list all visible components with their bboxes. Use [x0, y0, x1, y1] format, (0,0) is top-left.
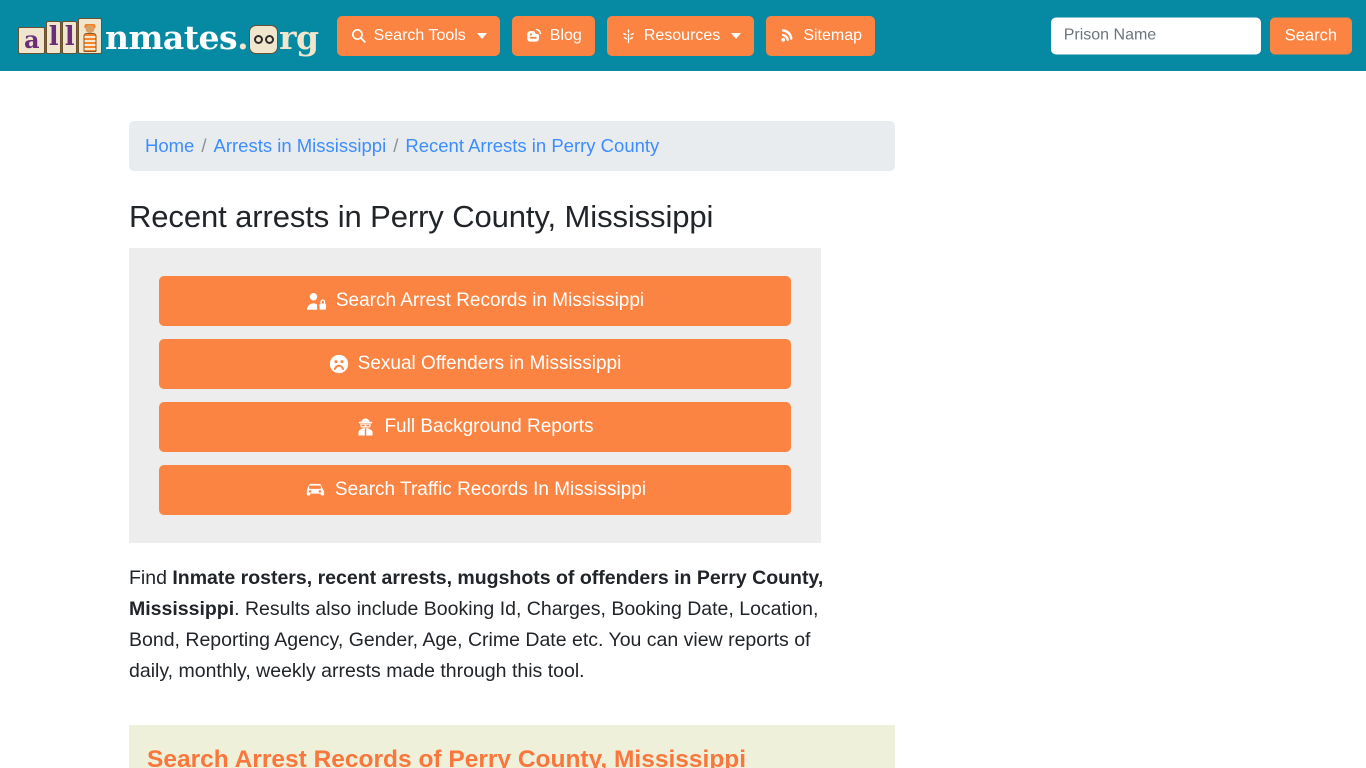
- site-logo[interactable]: a l l nmates . rg: [14, 12, 319, 60]
- car-icon: [304, 481, 326, 499]
- search-arrest-records-label: Search Arrest Records in Mississippi: [335, 290, 645, 311]
- nav-resources[interactable]: Resources: [606, 15, 755, 56]
- search-button[interactable]: Search: [1269, 17, 1352, 54]
- nav-search-tools[interactable]: Search Tools: [336, 15, 500, 56]
- logo-text-rg: rg: [279, 17, 319, 57]
- section-heading: Search Arrest Records of Perry County, M…: [147, 746, 747, 768]
- nav-resources-label: Resources: [643, 26, 721, 44]
- header-search: Search: [1050, 17, 1352, 54]
- blogger-icon: [525, 27, 543, 45]
- search-records-section: Search Arrest Records of Perry County, M…: [129, 725, 895, 768]
- chevron-down-icon: [731, 32, 742, 39]
- search-traffic-records-button[interactable]: Search Traffic Records In Mississippi: [159, 465, 791, 515]
- intro-prefix: Find: [129, 567, 173, 589]
- search-traffic-records-label: Search Traffic Records In Mississippi: [334, 479, 647, 500]
- content-container: Home / Arrests in Mississippi / Recent A…: [129, 71, 895, 768]
- action-button-panel: Search Arrest Records in Mississippi Sex…: [129, 248, 821, 543]
- user-secret-icon: [356, 417, 375, 437]
- user-lock-icon: [306, 292, 327, 311]
- nav-sitemap[interactable]: Sitemap: [766, 15, 876, 56]
- inmate-head: [85, 24, 95, 33]
- logo-letter-l1: l: [46, 20, 61, 54]
- owl-eye-right: [264, 34, 274, 44]
- page-title: Recent arrests in Perry County, Mississi…: [129, 199, 714, 234]
- rss-icon: [779, 27, 796, 44]
- breadcrumb-item-arrests-mississippi[interactable]: Arrests in Mississippi: [214, 135, 387, 157]
- sexual-offenders-label: Sexual Offenders in Mississippi: [357, 353, 622, 374]
- inmate-figure-icon: [78, 17, 102, 54]
- owl-eyes-group: [253, 34, 274, 44]
- owl-eyes-icon: [249, 24, 279, 54]
- search-arrest-records-button[interactable]: Search Arrest Records in Mississippi: [159, 276, 791, 326]
- leaf-icon: [620, 27, 637, 45]
- breadcrumb-item-home[interactable]: Home: [145, 135, 194, 157]
- logo-letter-a: a: [18, 26, 45, 54]
- full-background-reports-label: Full Background Reports: [384, 416, 594, 437]
- search-input[interactable]: [1050, 17, 1261, 54]
- chevron-down-icon: [476, 32, 487, 39]
- breadcrumb: Home / Arrests in Mississippi / Recent A…: [129, 121, 895, 171]
- sexual-offenders-button[interactable]: Sexual Offenders in Mississippi: [159, 339, 791, 389]
- logo-dot: .: [237, 17, 249, 57]
- owl-eye-left: [253, 34, 263, 44]
- nav-sitemap-label: Sitemap: [803, 26, 863, 44]
- breadcrumb-separator: /: [201, 135, 207, 156]
- logo-letter-l2: l: [62, 20, 77, 54]
- nav-search-tools-label: Search Tools: [373, 26, 466, 44]
- full-background-reports-button[interactable]: Full Background Reports: [159, 402, 791, 452]
- nav-blog-label: Blog: [549, 26, 582, 44]
- search-icon: [350, 27, 367, 44]
- main-navigation: Search Tools Blog Resources Sitemap: [336, 15, 876, 56]
- logo-wordmark: a l l nmates . rg: [18, 17, 319, 57]
- frown-face-icon: [329, 354, 349, 374]
- inmate-glyph: [83, 23, 98, 52]
- page-body: Home / Arrests in Mississippi / Recent A…: [0, 71, 1366, 768]
- breadcrumb-item-recent-arrests-perry-county[interactable]: Recent Arrests in Perry County: [405, 135, 659, 157]
- inmate-striped-body: [83, 32, 97, 52]
- nav-blog[interactable]: Blog: [511, 15, 595, 56]
- logo-text-nmates: nmates: [105, 17, 238, 57]
- site-header: a l l nmates . rg Search Tools Blog Reso…: [0, 0, 1366, 71]
- intro-paragraph: Find Inmate rosters, recent arrests, mug…: [129, 563, 859, 687]
- breadcrumb-separator: /: [393, 135, 399, 156]
